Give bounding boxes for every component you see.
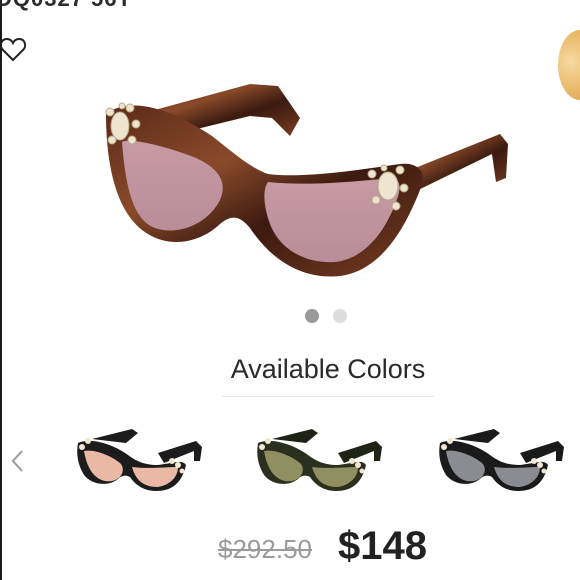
color-swatch-1[interactable]: [74, 425, 206, 497]
available-colors-heading: Available Colors: [230, 354, 426, 384]
current-price: $148: [338, 524, 427, 568]
next-image-peek: [558, 30, 580, 100]
image-pagination: [305, 309, 347, 323]
pagination-dot-1[interactable]: [305, 309, 319, 323]
original-price: $292.50: [218, 534, 312, 564]
product-code: DQ0327 56T: [0, 0, 132, 12]
color-swatch-3[interactable]: [436, 425, 568, 497]
chevron-left-icon[interactable]: [8, 448, 26, 474]
pagination-dot-2[interactable]: [333, 309, 347, 323]
product-image[interactable]: [100, 78, 515, 283]
left-edge-divider: [0, 0, 2, 580]
color-swatch-2[interactable]: [254, 425, 386, 497]
swatch-temple: [92, 429, 138, 443]
heading-divider: [222, 396, 434, 397]
heart-icon[interactable]: [0, 36, 27, 66]
